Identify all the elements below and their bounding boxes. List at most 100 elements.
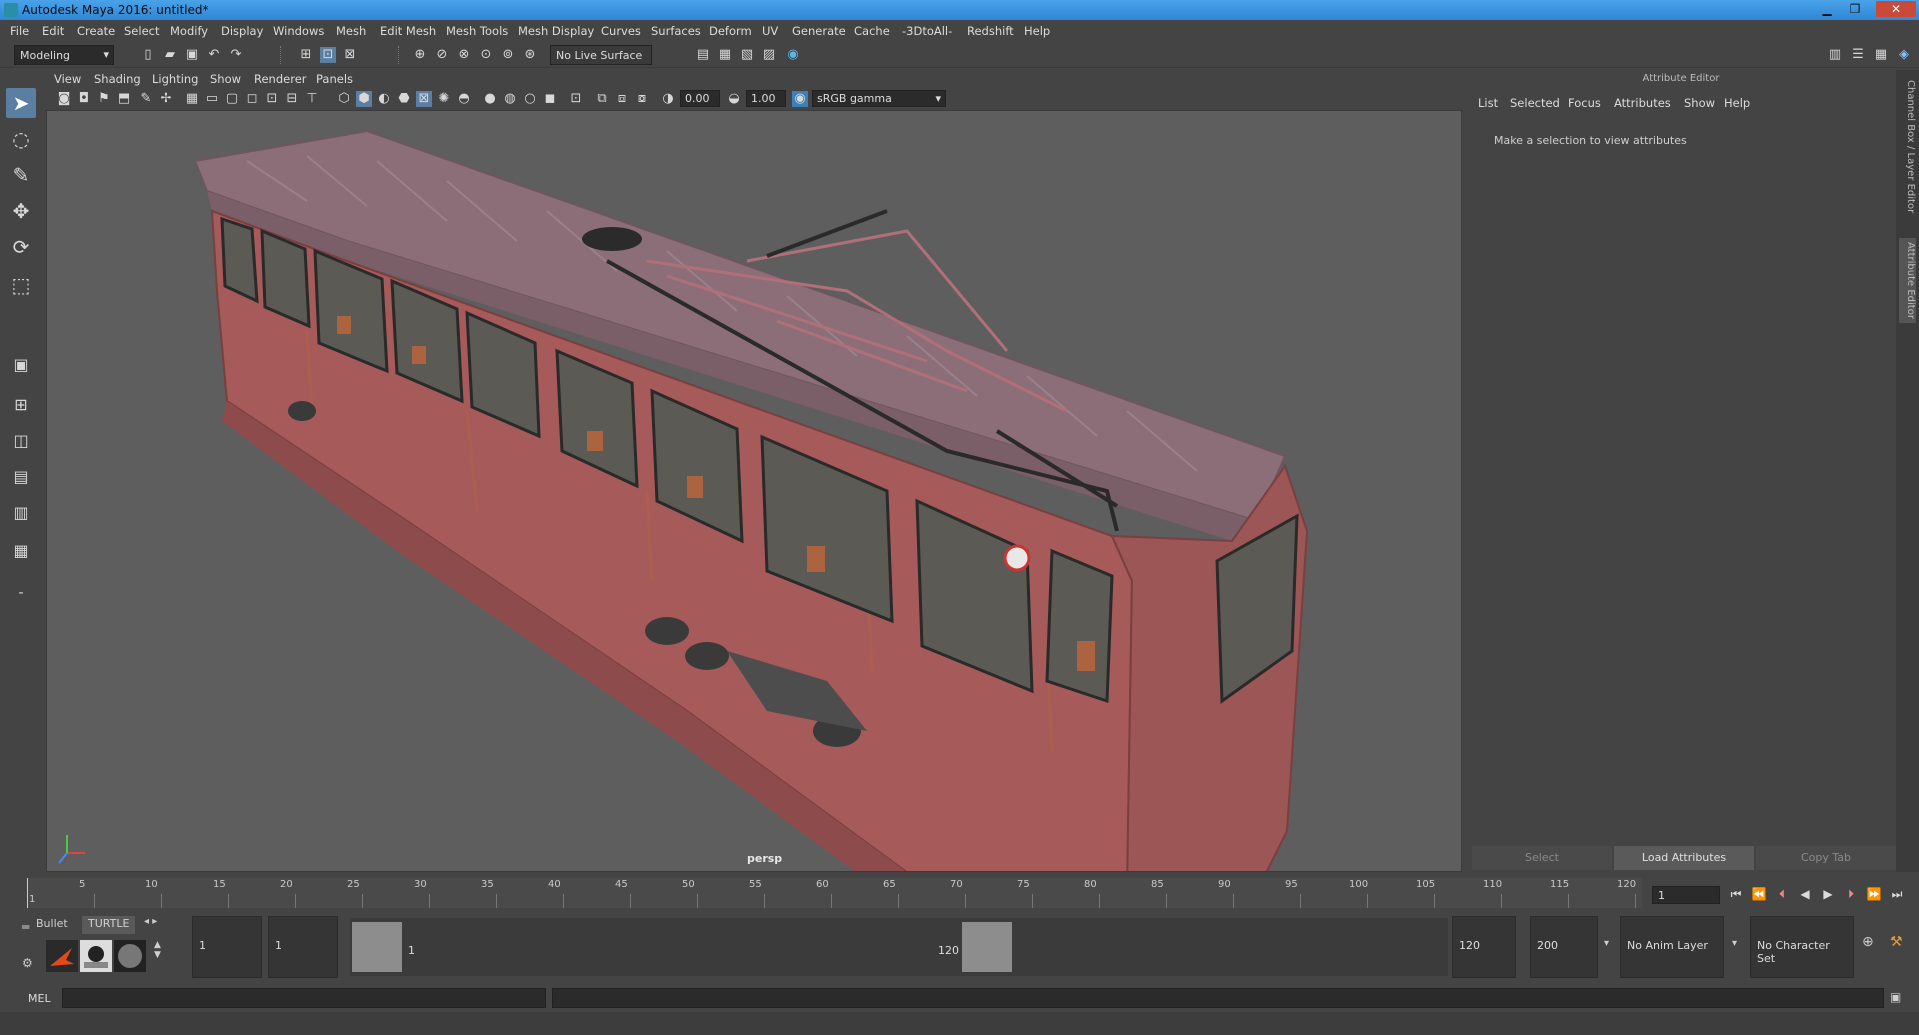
snap-curve-icon[interactable]: ⊘ — [434, 47, 450, 63]
snap-view-icon[interactable]: ⊙ — [478, 47, 494, 63]
menu-display[interactable]: Display — [221, 24, 263, 38]
layout-graph-icon[interactable]: ▥ — [6, 498, 36, 528]
playback-end-field[interactable]: 120 — [1452, 916, 1516, 978]
layout-four-icon[interactable]: ⊞ — [6, 390, 36, 420]
render-settings-icon[interactable]: ▨ — [761, 47, 777, 63]
shelf-scroll-icon[interactable]: ▲ ▼ — [154, 940, 161, 960]
antialiasing-icon[interactable]: ○ — [522, 91, 538, 107]
script-editor-icon[interactable]: ▣ — [1890, 990, 1901, 1004]
shelf-tab-turtle[interactable]: TURTLE — [82, 916, 136, 934]
menu-curves[interactable]: Curves — [601, 24, 641, 38]
step-forward-frame-icon[interactable]: ⏵ — [1842, 885, 1860, 903]
render-frame-icon[interactable]: ▤ — [695, 47, 711, 63]
mode-dropdown[interactable]: Modeling ▾ — [14, 45, 114, 65]
step-back-frame-icon[interactable]: ⏴ — [1773, 885, 1791, 903]
vp-menu-renderer[interactable]: Renderer — [254, 72, 307, 86]
character-set-dropdown[interactable]: No Character Set — [1750, 916, 1854, 978]
layout-two-icon[interactable]: ◫ — [6, 426, 36, 456]
menu-redshift[interactable]: Redshift — [967, 24, 1014, 38]
paint-select-tool-icon[interactable]: ✎ — [6, 160, 36, 190]
attr-tab-help[interactable]: Help — [1724, 96, 1750, 110]
auto-key-icon[interactable]: ⊕ — [1862, 934, 1874, 950]
menu-cache[interactable]: Cache — [854, 24, 890, 38]
attr-tab-list[interactable]: List — [1478, 96, 1498, 110]
current-frame-field[interactable]: 1 — [1652, 886, 1720, 904]
vp-menu-shading[interactable]: Shading — [94, 72, 141, 86]
xray-components-icon[interactable]: ⧇ — [634, 91, 650, 107]
select-button[interactable]: Select — [1472, 846, 1612, 870]
attr-tab-show[interactable]: Show — [1684, 96, 1715, 110]
redo-icon[interactable]: ↷ — [228, 47, 244, 63]
select-tool-icon[interactable]: ➤ — [6, 88, 36, 118]
gate-mask-icon[interactable]: ◻ — [244, 91, 260, 107]
load-attributes-button[interactable]: Load Attributes — [1614, 846, 1754, 870]
anim-prefs-icon[interactable]: ⚒ — [1890, 934, 1903, 950]
select-hierarchy-icon[interactable]: ⊞ — [298, 47, 314, 63]
layout-hypershade-icon[interactable]: ▦ — [6, 536, 36, 566]
close-button[interactable]: ✕ — [1876, 1, 1916, 17]
undo-icon[interactable]: ↶ — [206, 47, 222, 63]
playback-start-field[interactable]: 1 — [268, 916, 338, 978]
chevron-down-icon[interactable]: ▾ — [1732, 938, 1737, 949]
play-backward-icon[interactable]: ◀ — [1796, 885, 1814, 903]
range-slider[interactable]: 1 120 — [350, 918, 1448, 976]
live-surface-field[interactable]: No Live Surface — [550, 45, 652, 65]
field-chart-icon[interactable]: ⊡ — [264, 91, 280, 107]
render-fire-icon[interactable] — [46, 940, 78, 972]
time-slider[interactable]: 1 5 10 15 20 25 30 35 40 45 50 55 60 65 … — [27, 878, 1642, 908]
menu-edit-mesh[interactable]: Edit Mesh — [380, 24, 436, 38]
shadows-icon[interactable]: ◓ — [456, 91, 472, 107]
attr-tab-selected[interactable]: Selected — [1510, 96, 1560, 110]
safe-action-icon[interactable]: ⊟ — [284, 91, 300, 107]
select-component-icon[interactable]: ⊠ — [342, 47, 358, 63]
rotate-tool-icon[interactable]: ⟳ — [6, 232, 36, 262]
snap-live-icon[interactable]: ⊛ — [522, 47, 538, 63]
xray-joints-icon[interactable]: ⧈ — [614, 91, 630, 107]
smooth-shade-icon[interactable]: ⬢ — [356, 91, 372, 107]
chevron-down-icon[interactable]: ▾ — [1604, 938, 1609, 949]
menu-select[interactable]: Select — [124, 24, 159, 38]
vp-menu-show[interactable]: Show — [210, 72, 241, 86]
range-end-handle[interactable] — [962, 922, 1012, 972]
outliner-icon[interactable]: ☰ — [1850, 47, 1866, 63]
snap-surface-icon[interactable]: ⊚ — [500, 47, 516, 63]
go-to-end-icon[interactable]: ⏭ — [1888, 885, 1906, 903]
tool-settings-icon[interactable]: ▦ — [1873, 47, 1889, 63]
play-forward-icon[interactable]: ▶ — [1819, 885, 1837, 903]
grease-pencil-icon[interactable]: ✎ — [138, 91, 154, 107]
menu-3dtoall[interactable]: -3DtoAll- — [902, 24, 952, 38]
snap-point-icon[interactable]: ⊗ — [456, 47, 472, 63]
image-plane-icon[interactable]: ⬒ — [116, 91, 132, 107]
film-gate-icon[interactable]: ▭ — [204, 91, 220, 107]
maximize-button[interactable]: ❐ — [1843, 1, 1867, 17]
gamma-icon[interactable]: ◒ — [726, 91, 742, 107]
copy-tab-button[interactable]: Copy Tab — [1756, 846, 1896, 870]
menu-mesh-display[interactable]: Mesh Display — [518, 24, 594, 38]
viewport-persp[interactable]: persp — [46, 110, 1462, 872]
vp-menu-panels[interactable]: Panels — [316, 72, 353, 86]
isolate-select-icon[interactable]: ⊡ — [568, 91, 584, 107]
gamma-field[interactable]: 1.00 — [746, 90, 786, 107]
animation-end-field[interactable]: 200 — [1530, 916, 1598, 978]
save-scene-icon[interactable]: ▣ — [184, 47, 200, 63]
channel-box-tab[interactable]: Channel Box / Layer Editor — [1899, 80, 1916, 213]
2d-pan-icon[interactable]: ✢ — [158, 91, 174, 107]
menu-surfaces[interactable]: Surfaces — [651, 24, 701, 38]
render-setup-icon[interactable] — [80, 940, 112, 972]
shelf-tab-bullet[interactable]: Bullet — [30, 916, 74, 934]
channel-box-icon[interactable]: ◈ — [1896, 47, 1912, 63]
shelf-menu-icon[interactable]: ═ — [22, 920, 29, 934]
hypershade-icon[interactable]: ◉ — [785, 47, 801, 63]
attribute-editor-tab[interactable]: Attribute Editor — [1899, 238, 1916, 323]
shelf-tab-arrows-icon[interactable]: ◂ ▸ — [144, 916, 157, 927]
step-forward-key-icon[interactable]: ⏩ — [1865, 885, 1883, 903]
camera-attr-icon[interactable]: ◘ — [76, 91, 92, 107]
grid-icon[interactable]: ▦ — [184, 91, 200, 107]
move-tool-icon[interactable]: ✥ — [6, 196, 36, 226]
mel-label[interactable]: MEL — [28, 992, 51, 1005]
ipr-render-icon[interactable]: ▧ — [739, 47, 755, 63]
anim-layer-dropdown[interactable]: No Anim Layer — [1620, 916, 1724, 978]
shelf-settings-icon[interactable]: ⚙ — [22, 956, 33, 970]
layout-single-icon[interactable]: ▣ — [6, 350, 36, 380]
wireframe-icon[interactable]: ⬡ — [336, 91, 352, 107]
